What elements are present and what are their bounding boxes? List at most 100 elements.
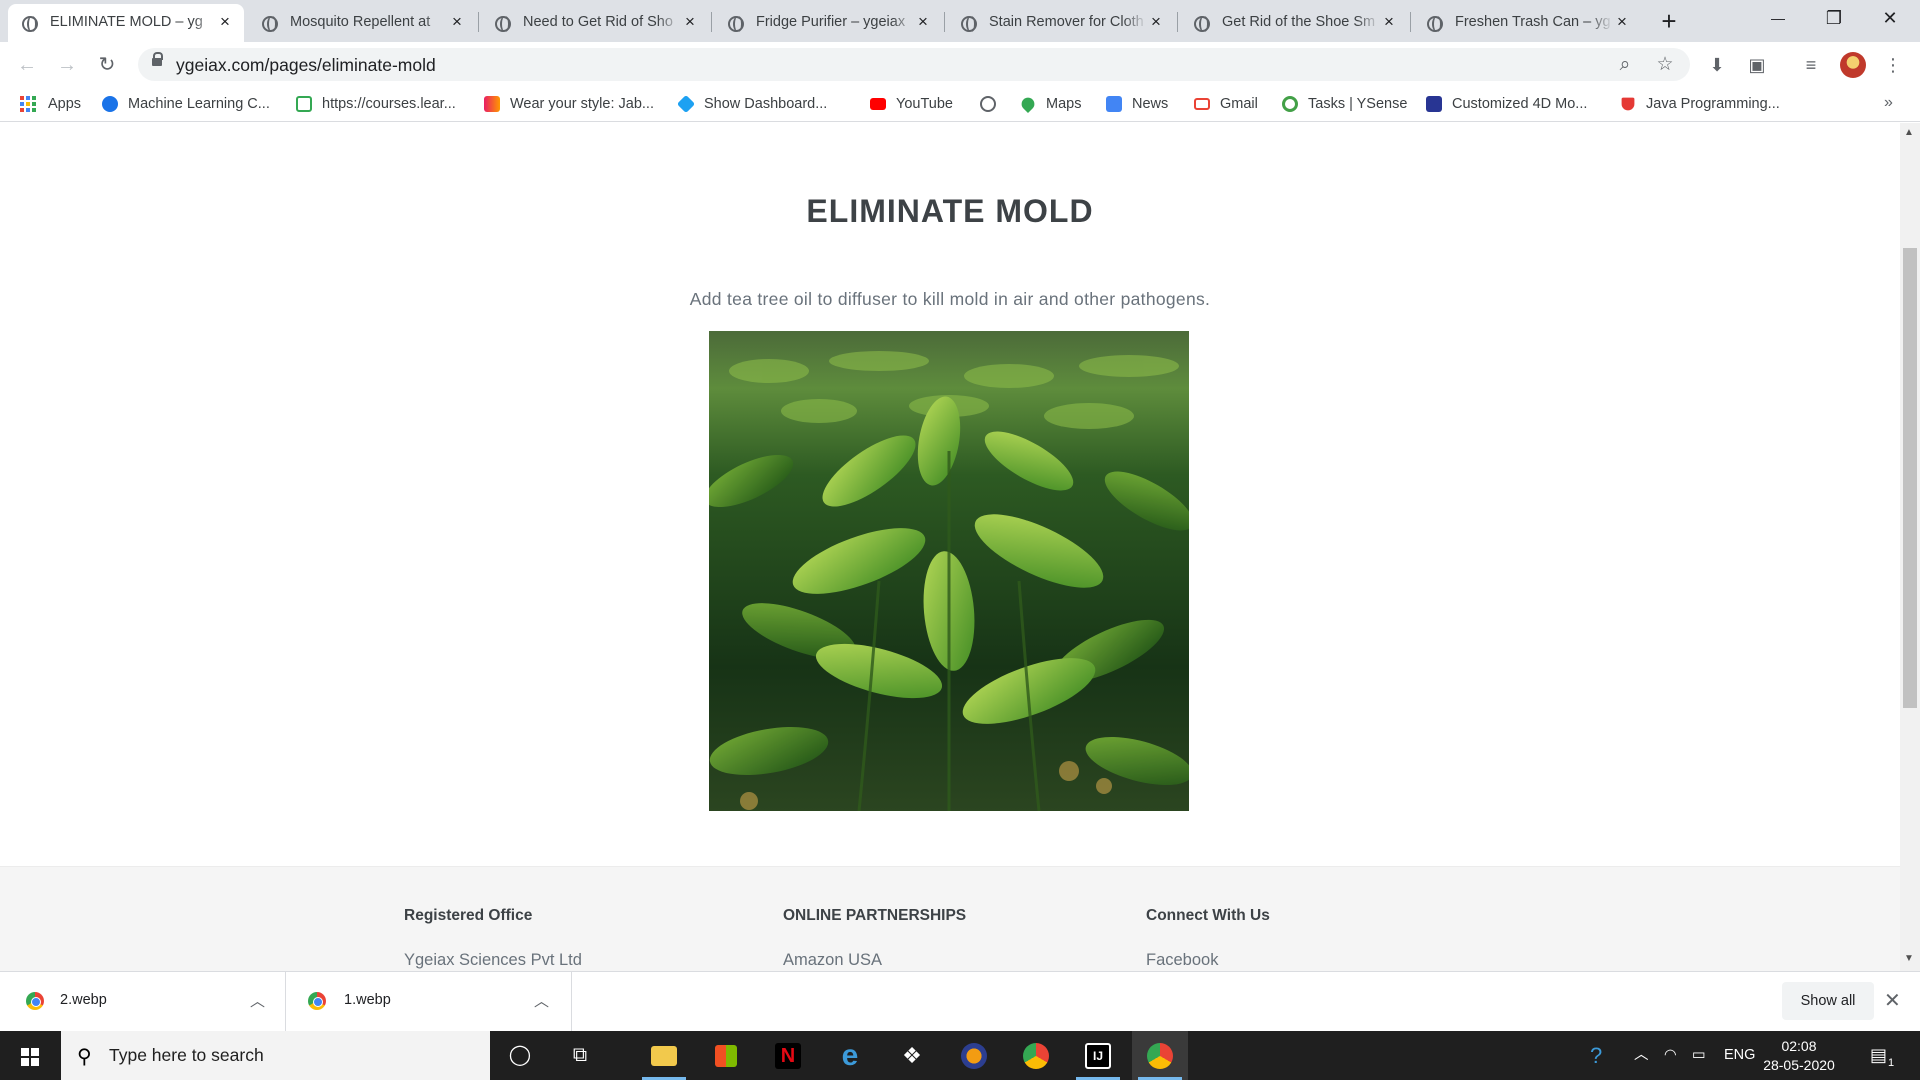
footer-link-facebook[interactable]: Facebook xyxy=(1146,951,1218,970)
bookmark-maps[interactable]: Maps xyxy=(1018,94,1082,114)
windows-taskbar: ⚲ Type here to search ◯ ⧉ N e ❖ IJ ? ︿ ◠… xyxy=(0,1031,1920,1080)
help-icon[interactable]: ? xyxy=(1590,1031,1602,1080)
scroll-down-arrow-icon[interactable]: ▼ xyxy=(1904,953,1914,964)
tab-separator xyxy=(1410,12,1411,32)
bookmark-news[interactable]: News xyxy=(1106,94,1168,114)
udemy-icon xyxy=(1621,97,1635,111)
tab-stain-remover[interactable]: Stain Remover for Cloth × xyxy=(947,4,1175,42)
close-tab-icon[interactable]: × xyxy=(1380,13,1398,31)
scrollbar-thumb[interactable] xyxy=(1903,248,1917,708)
task-view-icon[interactable]: ⧉ xyxy=(552,1031,608,1080)
windows-logo-icon xyxy=(21,1048,39,1066)
action-center-icon[interactable]: ▤ xyxy=(1870,1031,1887,1080)
coursera-icon xyxy=(102,96,118,112)
tab-shoe-odor[interactable]: Need to Get Rid of Sho × xyxy=(481,4,709,42)
tab-title: Get Rid of the Shoe Sm xyxy=(1222,14,1376,30)
chrome-active-icon[interactable] xyxy=(1132,1031,1188,1080)
bookmark-gmail[interactable]: Gmail xyxy=(1194,94,1258,114)
bookmark-4d-model[interactable]: Customized 4D Mo... xyxy=(1426,94,1587,114)
taskbar-clock[interactable]: 02:08 28-05-2020 xyxy=(1754,1037,1844,1075)
globe-icon xyxy=(1427,16,1443,32)
bookmark-label: Maps xyxy=(1046,96,1082,112)
myntra-icon xyxy=(484,96,500,112)
dropbox-icon[interactable]: ❖ xyxy=(884,1031,940,1080)
close-tab-icon[interactable]: × xyxy=(1147,13,1165,31)
close-tab-icon[interactable]: × xyxy=(681,13,699,31)
tab-shoe-smell[interactable]: Get Rid of the Shoe Sm × xyxy=(1180,4,1408,42)
tab-trash-can[interactable]: Freshen Trash Can – yg × xyxy=(1413,4,1641,42)
taskbar-search-box[interactable]: ⚲ Type here to search xyxy=(61,1031,490,1080)
youtube-icon xyxy=(870,98,886,110)
close-tab-icon[interactable]: × xyxy=(448,13,466,31)
globe-icon xyxy=(22,16,38,32)
start-button[interactable] xyxy=(0,1031,60,1080)
lock-icon[interactable] xyxy=(152,52,163,66)
profile-avatar[interactable] xyxy=(1840,52,1866,78)
battery-icon[interactable]: ▭ xyxy=(1692,1031,1706,1080)
footer-heading-connect-with-us: Connect With Us xyxy=(1146,907,1270,924)
bookmark-label: Wear your style: Jab... xyxy=(510,96,654,112)
page-scrollbar[interactable]: ▲ ▼ xyxy=(1900,123,1920,971)
tab-mosquito-repellent[interactable]: Mosquito Repellent at × xyxy=(248,4,476,42)
new-tab-button[interactable]: + xyxy=(1655,8,1683,36)
address-url[interactable]: ygeiax.com/pages/eliminate-mold xyxy=(176,55,436,76)
close-download-bar-button[interactable]: ✕ xyxy=(1884,988,1901,1013)
media-control-icon[interactable]: ≡ xyxy=(1798,52,1824,78)
vpn-app-icon[interactable] xyxy=(946,1031,1002,1080)
bookmark-youtube[interactable]: YouTube xyxy=(870,94,953,114)
bookmark-globe[interactable] xyxy=(980,94,1006,114)
bookmark-label: News xyxy=(1132,96,1169,112)
extension-icon[interactable]: ▣ xyxy=(1744,52,1770,78)
close-tab-icon[interactable]: × xyxy=(914,13,932,31)
download-item[interactable]: 1.webp ︿ xyxy=(286,972,572,1032)
close-window-button[interactable]: ✕ xyxy=(1862,0,1918,38)
address-bar[interactable]: ygeiax.com/pages/eliminate-mold ⌕ ☆ xyxy=(138,48,1690,81)
close-tab-icon[interactable]: × xyxy=(1613,13,1631,31)
tab-title: ELIMINATE MOLD – yg xyxy=(50,14,203,30)
file-explorer-icon[interactable] xyxy=(636,1031,692,1080)
bookmark-machine-learning[interactable]: Machine Learning C... xyxy=(102,94,270,114)
show-hidden-icons-chevron-icon[interactable]: ︿ xyxy=(1634,1031,1649,1080)
microsoft-store-icon[interactable] xyxy=(698,1031,754,1080)
bookmark-jabong[interactable]: Wear your style: Jab... xyxy=(484,94,654,114)
zoom-icon[interactable]: ⌕ xyxy=(1614,54,1636,76)
intellij-icon[interactable]: IJ xyxy=(1070,1031,1126,1080)
bookmark-ysense[interactable]: Tasks | YSense xyxy=(1282,94,1407,114)
language-indicator[interactable]: ENG xyxy=(1724,1031,1755,1080)
download-extension-icon[interactable]: ⬇ xyxy=(1704,52,1730,78)
tab-eliminate-mold[interactable]: ELIMINATE MOLD – yg × xyxy=(8,4,244,42)
netflix-icon[interactable]: N xyxy=(760,1031,816,1080)
bookmark-dashboard[interactable]: Show Dashboard... xyxy=(676,94,827,114)
bookmark-courses[interactable]: https://courses.lear... xyxy=(296,94,456,114)
bookmark-star-icon[interactable]: ☆ xyxy=(1654,54,1676,76)
bookmarks-overflow-button[interactable]: » xyxy=(1884,94,1893,112)
bookmark-apps[interactable]: Apps xyxy=(20,94,81,114)
page-description: Add tea tree oil to diffuser to kill mol… xyxy=(689,289,1211,309)
chevron-up-icon[interactable]: ︿ xyxy=(534,990,549,1011)
scroll-up-arrow-icon[interactable]: ▲ xyxy=(1904,127,1914,138)
show-all-downloads-button[interactable]: Show all xyxy=(1782,982,1874,1020)
page-title: ELIMINATE MOLD xyxy=(806,193,1094,229)
tab-fridge-purifier[interactable]: Fridge Purifier – ygeiax × xyxy=(714,4,942,42)
globe-icon xyxy=(1194,16,1210,32)
menu-icon[interactable]: ⋮ xyxy=(1880,52,1906,78)
download-item[interactable]: 2.webp ︿ xyxy=(0,972,286,1032)
forward-button[interactable]: → xyxy=(53,51,81,79)
chrome-icon xyxy=(26,992,44,1010)
footer-link-ygeiax-sciences[interactable]: Ygeiax Sciences Pvt Ltd xyxy=(404,951,582,970)
reload-button[interactable]: ↻ xyxy=(93,51,121,79)
bookmark-java[interactable]: Java Programming... xyxy=(1620,94,1780,114)
gmail-icon xyxy=(1194,98,1210,110)
cortana-icon[interactable]: ◯ xyxy=(492,1031,548,1080)
edge-icon[interactable]: e xyxy=(822,1031,878,1080)
footer-heading-registered-office: Registered Office xyxy=(404,907,533,924)
close-tab-icon[interactable]: × xyxy=(216,13,234,31)
restore-button[interactable]: ❐ xyxy=(1806,0,1862,38)
chrome-icon xyxy=(308,992,326,1010)
back-button[interactable]: ← xyxy=(13,51,41,79)
chevron-up-icon[interactable]: ︿ xyxy=(250,990,265,1011)
chrome-taskbar-icon[interactable] xyxy=(1008,1031,1064,1080)
footer-link-amazon-usa[interactable]: Amazon USA xyxy=(783,951,882,970)
minimize-button[interactable]: — xyxy=(1750,0,1806,38)
wifi-icon[interactable]: ◠ xyxy=(1664,1031,1677,1080)
